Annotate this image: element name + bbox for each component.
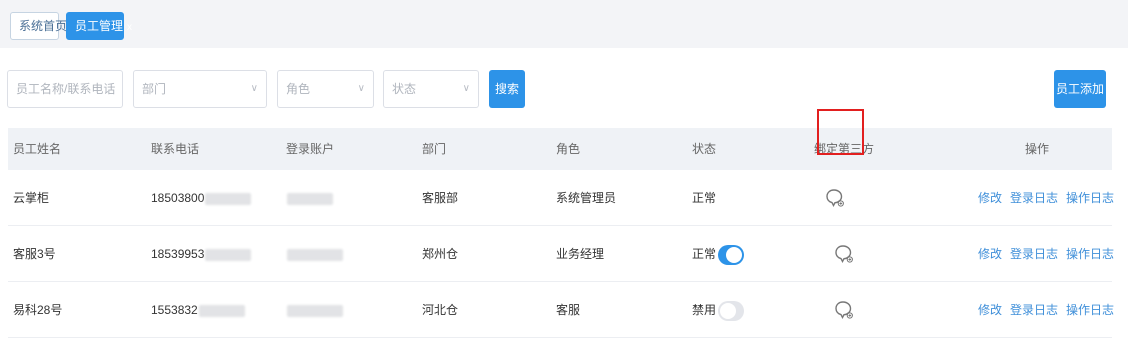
department-select[interactable]: 部门 ∨ (133, 70, 267, 108)
status-text: 禁用 (692, 303, 717, 317)
edit-link[interactable]: 修改 (978, 247, 1002, 261)
tab-employee-management[interactable]: 员工管理 x (66, 12, 132, 40)
row-actions: 修改 登录日志 操作日志 (978, 226, 1122, 282)
phone-cell: 18539953 (151, 226, 252, 282)
edit-link[interactable]: 修改 (978, 303, 1002, 317)
table-header: 员工姓名 联系电话 登录账户 部门 角色 状态 绑定第三方 操作 (8, 128, 1112, 170)
row-actions: 修改 登录日志 操作日志 (978, 282, 1122, 338)
tab-label: 员工管理 (75, 19, 124, 33)
placeholder: 部门 (142, 82, 167, 96)
account-cell (286, 170, 333, 226)
status-toggle[interactable] (718, 300, 745, 321)
operation-log-link[interactable]: 操作日志 (1066, 191, 1114, 205)
account-cell (286, 226, 343, 282)
phone-cell: 18503800 (151, 170, 252, 226)
login-log-link[interactable]: 登录日志 (1010, 191, 1058, 205)
table-row: 云掌柜 18503800 客服部 系统管理员 正常 修改 登录日志 操作日志 (8, 170, 1114, 226)
placeholder: 角色 (286, 82, 311, 96)
wechat-bubble-icon[interactable] (834, 300, 854, 320)
column-header-role: 角色 (556, 142, 581, 156)
chevron-down-icon: ∨ (462, 83, 470, 94)
column-header-department: 部门 (422, 142, 447, 156)
role-cell: 客服 (556, 303, 581, 317)
tab-label: 系统首页 (19, 19, 68, 33)
redacted-area (287, 192, 333, 205)
phone-number: 18503800 (151, 191, 205, 205)
login-log-link[interactable]: 登录日志 (1010, 247, 1058, 261)
column-header-actions: 操作 (1025, 142, 1050, 156)
redacted-area (205, 248, 252, 261)
highlight-annotation (817, 109, 864, 155)
edit-link[interactable]: 修改 (978, 191, 1002, 205)
column-header-name: 员工姓名 (13, 142, 62, 156)
main-panel: 员工名称/联系电话 部门 ∨ 角色 ∨ 状态 ∨ 搜索 员工添加 员工姓名 联系… (0, 48, 1128, 346)
employee-name: 云掌柜 (13, 191, 50, 205)
tab-system-home[interactable]: 系统首页 (10, 12, 67, 40)
redacted-area (287, 304, 343, 317)
column-header-status: 状态 (692, 142, 717, 156)
redacted-area (198, 304, 245, 317)
column-header-phone: 联系电话 (151, 142, 200, 156)
role-select[interactable]: 角色 ∨ (277, 70, 374, 108)
employee-name: 客服3号 (13, 247, 56, 261)
table-row: 易科28号 1553832 河北仓 客服 禁用 修改 登录日志 操作日志 (8, 282, 1114, 338)
status-toggle[interactable] (718, 244, 745, 265)
placeholder: 员工名称/联系电话 (16, 82, 116, 96)
status-select[interactable]: 状态 ∨ (383, 70, 479, 108)
operation-log-link[interactable]: 操作日志 (1066, 303, 1114, 317)
status-cell: 正常 (692, 191, 717, 205)
phone-cell: 1553832 (151, 282, 245, 338)
status-cell: 正常 (692, 226, 745, 282)
account-cell (286, 282, 343, 338)
wechat-bubble-icon[interactable] (834, 244, 854, 264)
operation-log-link[interactable]: 操作日志 (1066, 247, 1114, 261)
status-text: 正常 (692, 247, 717, 261)
employee-search-input[interactable]: 员工名称/联系电话 (7, 70, 123, 108)
search-button[interactable]: 搜索 (489, 70, 525, 108)
status-cell: 禁用 (692, 282, 745, 338)
role-cell: 业务经理 (556, 247, 605, 261)
chevron-down-icon: ∨ (357, 83, 365, 94)
table-row: 客服3号 18539953 郑州仓 业务经理 正常 修改 登录日志 操作日志 (8, 226, 1114, 282)
login-log-link[interactable]: 登录日志 (1010, 303, 1058, 317)
chevron-down-icon: ∨ (250, 83, 258, 94)
close-icon[interactable]: x (127, 22, 132, 33)
phone-number: 18539953 (151, 247, 205, 261)
toggle-knob (726, 246, 743, 263)
redacted-area (205, 192, 252, 205)
employee-name: 易科28号 (13, 303, 63, 317)
toggle-knob (720, 302, 737, 319)
role-cell: 系统管理员 (556, 191, 617, 205)
department-cell: 河北仓 (422, 303, 459, 317)
placeholder: 状态 (392, 82, 417, 96)
phone-number: 1553832 (151, 303, 198, 317)
tab-bar: 系统首页 员工管理 x (0, 0, 1128, 48)
wechat-bubble-icon[interactable] (825, 188, 845, 208)
column-header-account: 登录账户 (286, 142, 335, 156)
add-employee-button[interactable]: 员工添加 (1054, 70, 1106, 108)
department-cell: 郑州仓 (422, 247, 459, 261)
row-actions: 修改 登录日志 操作日志 (978, 170, 1122, 226)
department-cell: 客服部 (422, 191, 459, 205)
redacted-area (287, 248, 343, 261)
